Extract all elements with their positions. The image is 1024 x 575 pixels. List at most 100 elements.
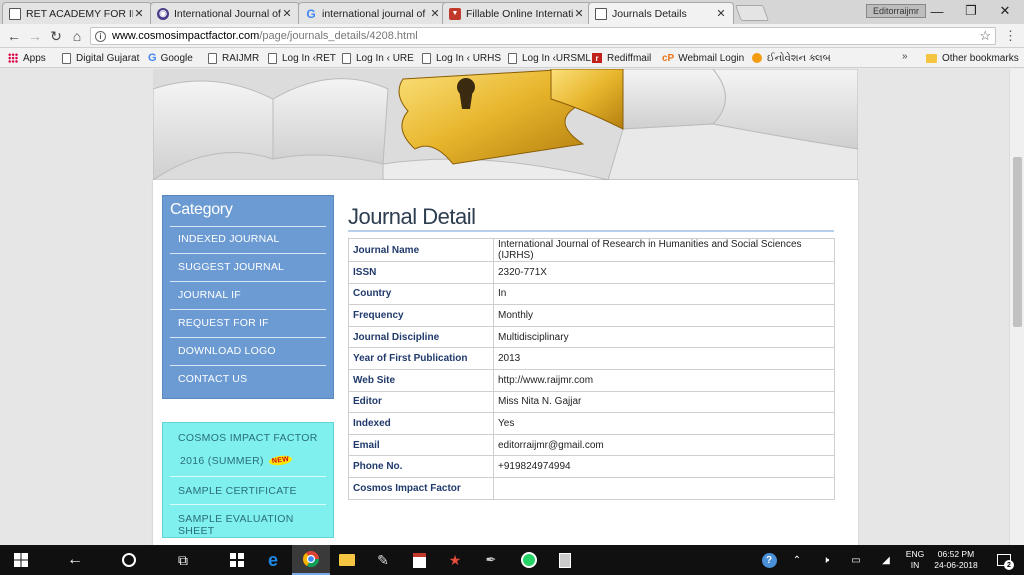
detail-key: Web Site [348,368,494,392]
sidebar-item-journal-if[interactable]: JOURNAL IF [170,284,326,310]
scroll-thumb[interactable] [1013,157,1022,327]
pen-app-icon[interactable]: ✒ [472,545,510,575]
store-icon[interactable] [218,545,256,575]
clock-time: 06:52 PM [937,549,975,559]
detail-value: 2013 [493,347,835,370]
tab-strip: RET ACADEMY FOR INTE ✕ ◉ International J… [0,0,1024,24]
page-icon [208,52,217,64]
divider [170,226,326,227]
close-window-icon[interactable]: ✕ [988,0,1022,22]
task-view-icon[interactable]: ⧉ [164,545,202,575]
close-icon[interactable]: ✕ [133,7,145,20]
bookmark-item[interactable]: RAIJMR [208,51,259,65]
close-icon[interactable]: ✕ [715,7,727,20]
bookmark-label: Webmail Login [678,52,745,64]
bookmark-label: Google [160,52,193,64]
bookmark-item[interactable]: Log In ‹ URHS [422,51,501,65]
forward-icon[interactable]: → [26,27,44,45]
bookmark-item[interactable]: r Rediffmail [592,51,651,65]
acrobat-icon[interactable] [400,545,438,575]
bookmark-label: Log In ‹RET [282,52,336,64]
file-explorer-icon[interactable] [328,545,366,575]
bookmark-item[interactable]: ઈનોવેશન ક્લબ [752,51,831,65]
new-badge: NEW [268,454,293,467]
bookmark-item[interactable]: cP Webmail Login [662,51,744,65]
new-tab-button[interactable] [735,5,769,21]
sidebar-item-download-logo[interactable]: DOWNLOAD LOGO [170,340,326,366]
bookmark-item[interactable]: Digital Gujarat [62,51,139,65]
info-icon[interactable]: i [95,30,106,42]
windows-start-icon[interactable] [2,545,40,575]
browser-tab-active[interactable]: Journals Details ✕ [588,2,734,24]
notification-icon[interactable]: 2 [990,545,1018,575]
close-icon[interactable]: ✕ [281,7,293,20]
bookmark-item[interactable]: Log In ‹ URE [342,51,414,65]
folder-icon [926,53,937,63]
bookmark-item[interactable]: G Google [148,51,193,65]
clock[interactable]: 06:52 PM 24-06-2018 [932,545,980,575]
tab-title: international journal of re [322,7,429,20]
menu-icon[interactable]: ⋮ [1004,28,1017,44]
other-bookmarks[interactable]: Other bookmarks [926,51,1019,65]
bookmark-label: Log In ‹ URE [356,52,414,64]
cosmos-2016-summer-link[interactable]: 2016 (SUMMER) NEW [170,454,326,467]
content-panel: Category INDEXED JOURNAL SUGGEST JOURNAL… [153,180,858,545]
more-bookmarks-icon[interactable]: » [902,51,908,62]
scrollbar[interactable] [1009,69,1024,545]
cosmos-box: COSMOS IMPACT FACTOR 2016 (SUMMER) NEW SA… [162,422,334,538]
sidebar-item-indexed-journal[interactable]: INDEXED JOURNAL [170,228,326,254]
reload-icon[interactable]: ↻ [47,27,65,45]
detail-key: Frequency [348,304,494,327]
whatsapp-icon[interactable] [510,545,548,575]
address-bar[interactable]: i www.cosmosimpactfactor.com/page/journa… [90,27,996,45]
sidebar-item-contact-us[interactable]: CONTACT US [170,368,326,394]
browser-tab[interactable]: ▼ Fillable Online Internatic ✕ [442,2,592,24]
sidebar-item-request-for-if[interactable]: REQUEST FOR IF [170,312,326,338]
language-indicator[interactable]: ENG IN [900,545,930,575]
calculator-icon[interactable] [546,545,584,575]
sample-certificate-link[interactable]: SAMPLE CERTIFICATE [170,485,326,497]
browser-tab[interactable]: G international journal of re ✕ [298,2,448,24]
battery-icon[interactable]: ▭ [846,545,866,575]
back-arrow-icon[interactable]: ← [56,545,94,575]
tab-title: Fillable Online Internatic [466,7,573,20]
page-icon [342,52,351,64]
profile-button[interactable]: Editorraijmr [866,4,927,18]
sample-evaluation-sheet-link[interactable]: SAMPLE EVALUATION SHEET [170,513,326,537]
help-icon[interactable]: ? [758,545,780,575]
volume-icon[interactable]: 🕨 [816,545,836,575]
detail-value: Monthly [493,304,835,327]
cosmos-impact-factor-link[interactable]: COSMOS IMPACT FACTOR [170,432,326,444]
clock-date: 24-06-2018 [934,560,978,570]
bookmark-label: Log In ‹URSML [522,52,591,64]
browser-tab[interactable]: ◉ International Journal of R ✕ [150,2,300,24]
close-icon[interactable]: ✕ [429,7,441,20]
journal-detail-table: Journal Name International Journal of Res… [348,238,835,500]
edge-icon[interactable]: e [254,545,292,575]
bookmark-label: Rediffmail [607,52,652,64]
bookmarks-bar: Apps Digital Gujarat G Google RAIJMR Log … [0,48,1024,68]
back-icon[interactable]: ← [5,27,23,45]
browser-tab[interactable]: RET ACADEMY FOR INTE ✕ [2,2,152,24]
bookmark-apps[interactable]: Apps [8,51,46,65]
bookmark-item[interactable]: Log In ‹URSML [508,51,591,65]
star-icon[interactable]: ☆ [979,28,991,44]
minimize-icon[interactable]: — [920,0,954,22]
close-icon[interactable]: ✕ [573,7,585,20]
page-icon [62,52,71,64]
home-icon[interactable]: ⌂ [68,27,86,45]
bookmark-item[interactable]: Log In ‹RET [268,51,336,65]
network-icon[interactable]: ◢ [876,545,896,575]
sidebar-item-suggest-journal[interactable]: SUGGEST JOURNAL [170,256,326,282]
detail-value: In [493,282,835,306]
cortana-icon[interactable] [110,545,148,575]
detail-key: Cosmos Impact Factor [348,476,494,500]
star-app-icon[interactable]: ★ [436,545,474,575]
restore-icon[interactable]: ❐ [954,0,988,22]
chrome-icon[interactable] [292,545,330,575]
bookmark-label: ઈનોવેશન ક્લબ [767,52,831,64]
detail-key: Email [348,433,494,457]
app-icon[interactable]: ✎ [364,545,402,575]
chevron-up-icon[interactable]: ⌃ [788,545,806,575]
detail-value: http://www.raijmr.com [493,368,835,392]
